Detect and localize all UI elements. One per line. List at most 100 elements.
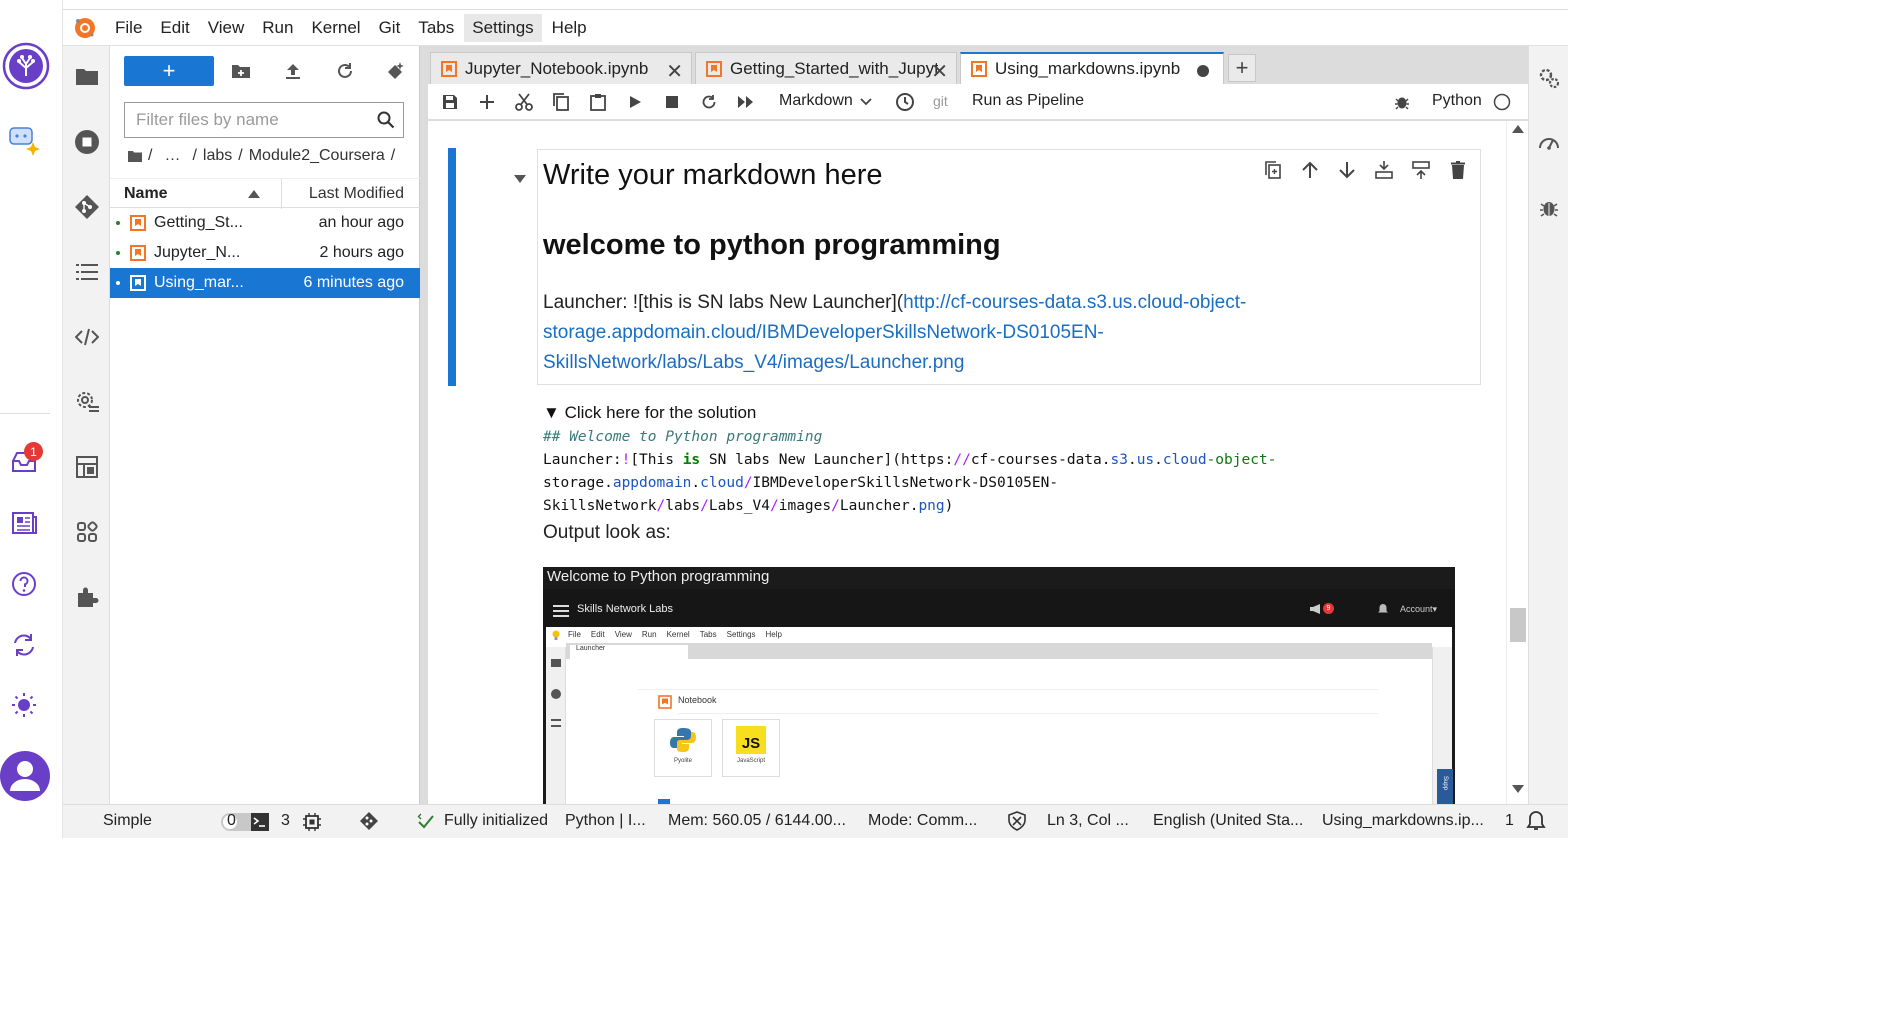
launcher-link-cont[interactable]: SkillsNetwork/labs/Labs_V4/images/Launch… — [543, 352, 964, 373]
file-row[interactable]: Getting_St... an hour ago — [110, 208, 420, 238]
column-modified-header[interactable]: Last Modified — [309, 185, 404, 203]
copy-icon[interactable] — [551, 92, 571, 112]
menu-edit[interactable]: Edit — [152, 14, 197, 42]
file-row[interactable]: Jupyter_N... 2 hours ago — [110, 238, 420, 268]
solution-details-toggle[interactable]: ▼ Click here for the solution — [543, 403, 756, 423]
menu-kernel[interactable]: Kernel — [303, 14, 368, 42]
run-icon[interactable] — [625, 92, 645, 112]
extensions-puzzle-icon[interactable] — [73, 583, 101, 611]
tree-logo-icon[interactable] — [2, 42, 50, 90]
file-row-selected[interactable]: Using_mar... 6 minutes ago — [110, 268, 420, 298]
breadcrumb-module2[interactable]: Module2_Coursera — [249, 147, 385, 165]
notebook-panel[interactable]: Write your markdown here welcome to pyth… — [428, 121, 1506, 804]
menu-run[interactable]: Run — [254, 14, 301, 42]
git-status-icon[interactable] — [359, 811, 379, 831]
scroll-thumb[interactable] — [1510, 608, 1526, 642]
scroll-down-icon[interactable] — [1512, 785, 1524, 793]
move-down-icon[interactable] — [1337, 160, 1357, 180]
help-icon[interactable] — [6, 566, 42, 602]
insert-below-icon[interactable] — [1411, 160, 1431, 180]
breadcrumb-ellipsis[interactable]: … — [164, 147, 180, 165]
upload-icon[interactable] — [282, 60, 304, 82]
home-folder-icon[interactable] — [128, 150, 142, 162]
kernel-status[interactable]: Python | I... — [565, 812, 646, 830]
sort-ascending-icon[interactable] — [248, 190, 260, 198]
paste-icon[interactable] — [588, 92, 608, 112]
trusted-shield-icon[interactable] — [1007, 811, 1027, 831]
save-icon[interactable] — [440, 92, 460, 112]
menu-settings[interactable]: Settings — [464, 13, 542, 42]
collapse-caret-icon[interactable] — [514, 175, 526, 183]
move-up-icon[interactable] — [1300, 160, 1320, 180]
menu-help[interactable]: Help — [544, 14, 595, 42]
ai-chat-icon[interactable] — [6, 122, 42, 158]
running-stop-icon[interactable] — [73, 128, 101, 156]
fast-forward-icon[interactable] — [736, 92, 756, 112]
chevron-down-icon[interactable] — [856, 92, 876, 112]
menu-file[interactable]: File — [107, 14, 150, 42]
kernel-chip-icon[interactable] — [303, 813, 321, 831]
kernel-status-idle-icon — [1492, 92, 1512, 112]
cut-icon[interactable] — [514, 92, 534, 112]
menu-tabs[interactable]: Tabs — [410, 14, 462, 42]
duplicate-cell-icon[interactable] — [1263, 160, 1283, 180]
notebook-tab-icon — [441, 60, 457, 77]
scroll-up-icon[interactable] — [1512, 125, 1524, 133]
components-icon[interactable] — [73, 518, 101, 546]
code-token: / — [700, 498, 709, 514]
news-icon[interactable] — [6, 505, 42, 541]
close-icon[interactable]: ✕ — [931, 59, 948, 84]
notebook-scrollbar[interactable] — [1506, 121, 1528, 804]
git-clone-icon[interactable] — [385, 60, 407, 82]
menu-view[interactable]: View — [200, 14, 253, 42]
breadcrumb-labs[interactable]: labs — [203, 147, 232, 165]
run-as-pipeline-button[interactable]: Run as Pipeline — [972, 92, 1084, 110]
folder-icon[interactable] — [73, 62, 101, 90]
menu-git[interactable]: Git — [371, 14, 409, 42]
git-icon[interactable] — [73, 193, 101, 221]
close-icon[interactable]: ✕ — [666, 59, 683, 84]
insert-cell-icon[interactable] — [477, 92, 497, 112]
shot-menu-item: Tabs — [699, 630, 717, 639]
terminal-icon[interactable] — [251, 813, 269, 831]
launcher-link[interactable]: http://cf-courses-data.s3.us.cloud-objec… — [903, 292, 1246, 313]
toc-list-icon[interactable] — [73, 258, 101, 286]
filter-placeholder: Filter files by name — [136, 110, 279, 129]
stop-icon[interactable] — [662, 92, 682, 112]
terminal-count[interactable]: 0 — [227, 812, 236, 830]
resource-gauge-icon[interactable] — [1537, 131, 1561, 155]
launcher-link-cont[interactable]: storage.appdomain.cloud/IBMDeveloperSkil… — [543, 322, 1104, 343]
code-line: Launcher:![This is SN labs New Launcher]… — [543, 452, 1276, 468]
user-avatar-icon[interactable] — [0, 748, 50, 804]
extension-grid-icon[interactable] — [73, 453, 101, 481]
refresh-icon[interactable] — [334, 60, 356, 82]
theme-sun-icon[interactable] — [6, 687, 42, 723]
property-inspector-icon[interactable] — [1537, 66, 1561, 90]
sync-icon[interactable] — [6, 627, 42, 663]
new-launcher-button[interactable]: + — [124, 56, 214, 86]
kernel-count[interactable]: 3 — [281, 812, 290, 830]
debugger-icon[interactable] — [1537, 196, 1561, 220]
cursor-position[interactable]: Ln 3, Col ... — [1047, 812, 1129, 830]
notification-count[interactable]: 1 — [1505, 812, 1514, 830]
history-clock-icon[interactable] — [895, 92, 915, 112]
restart-icon[interactable] — [699, 92, 719, 112]
tab-jupyter-notebook[interactable]: Jupyter_Notebook.ipynb ✕ — [430, 52, 692, 84]
kernel-name[interactable]: Python — [1432, 92, 1482, 110]
cell-type-select[interactable]: Markdown — [779, 92, 853, 110]
tab-getting-started[interactable]: Getting_Started_with_Jupyt ✕ — [695, 52, 957, 84]
insert-above-icon[interactable] — [1374, 160, 1394, 180]
git-label[interactable]: git — [933, 93, 948, 109]
debugger-bug-icon[interactable] — [1392, 92, 1412, 112]
new-folder-icon[interactable] — [230, 60, 252, 82]
code-snippets-icon[interactable] — [73, 323, 101, 351]
tab-using-markdowns[interactable]: Using_markdowns.ipynb — [960, 52, 1224, 84]
column-name-header[interactable]: Name — [124, 185, 168, 203]
property-inspector-gear-icon[interactable] — [73, 388, 101, 416]
add-tab-button[interactable]: + — [1228, 54, 1256, 82]
unsaved-dot-icon[interactable] — [1197, 65, 1209, 77]
bell-icon[interactable] — [1525, 810, 1547, 832]
delete-cell-icon[interactable] — [1448, 160, 1468, 180]
language-selector[interactable]: English (United Sta... — [1153, 812, 1303, 830]
filter-files-input[interactable]: Filter files by name — [124, 102, 404, 138]
